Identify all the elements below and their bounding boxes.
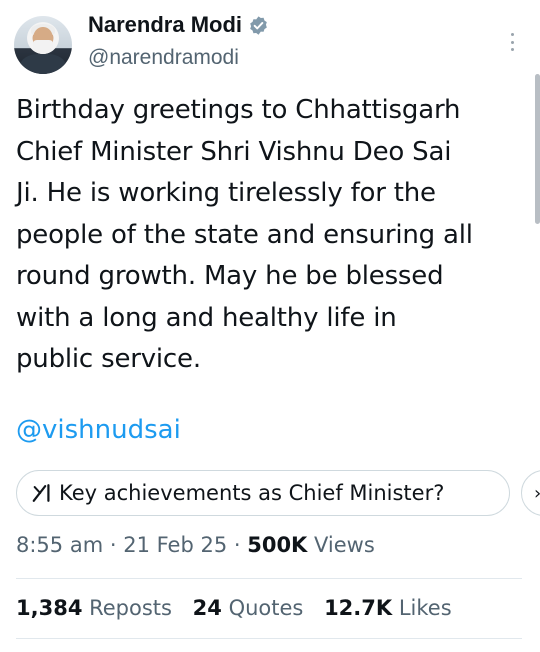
tweet-meta: 8:55 am · 21 Feb 25 · 500K Views [16,533,375,557]
reposts-label: Reposts [82,596,172,620]
avatar-body [20,54,66,74]
tweet-text-line: people of the state and ensuring all [16,219,473,250]
meta-separator: · [227,533,248,557]
tweet-text-line: public service. [16,344,201,374]
tweet-text-line: round growth. May he be blessed [16,261,444,291]
tweet-text-line: Ji. He is working tirelessly for the [16,178,436,208]
grok-suggestion-button[interactable]: Key achievements as Chief Minister? [16,470,510,516]
likes-stat[interactable]: 12.7K Likes [324,596,452,620]
author-handle[interactable]: @narendramodi [88,46,239,70]
quotes-count: 24 [192,596,222,620]
chevron-right-icon: › [534,483,540,504]
author-display-name[interactable]: Narendra Modi [88,12,242,38]
verified-badge-icon [248,15,269,36]
more-options-icon[interactable] [504,30,520,54]
scrollbar[interactable] [535,74,540,224]
grok-suggestion-label: Key achievements as Chief Minister? [59,481,445,505]
grok-next-chevron-icon[interactable]: › [521,470,540,516]
meta-separator: · [103,533,124,557]
tweet-text: Birthday greetings to Chhattisgarh Chief… [16,90,526,381]
tweet-text-line: with a long and healthy life in [16,302,397,333]
tweet-text-line: Chief Minister Shri Vishnu Deo Sai [16,136,452,167]
tweet-time[interactable]: 8:55 am [16,533,103,557]
avatar-beard [33,40,53,54]
likes-count: 12.7K [324,596,393,620]
divider [16,578,522,579]
reposts-stat[interactable]: 1,384 Reposts [16,596,172,620]
avatar[interactable] [14,16,72,74]
mention-link[interactable]: @vishnudsai [16,415,181,445]
divider [16,638,522,639]
tweet-text-line: Birthday greetings to Chhattisgarh [16,95,461,125]
engagement-stats: 1,384 Reposts 24 Quotes 12.7K Likes [16,596,466,620]
views-label[interactable]: Views [307,533,375,557]
grok-icon [31,482,53,504]
views-count[interactable]: 500K [247,533,307,557]
quotes-stat[interactable]: 24 Quotes [193,596,304,620]
reposts-count: 1,384 [16,596,83,620]
likes-label: Likes [392,596,452,620]
author-name-row[interactable]: Narendra Modi [88,12,269,38]
tweet-date[interactable]: 21 Feb 25 [123,533,227,557]
quotes-label: Quotes [221,596,304,620]
